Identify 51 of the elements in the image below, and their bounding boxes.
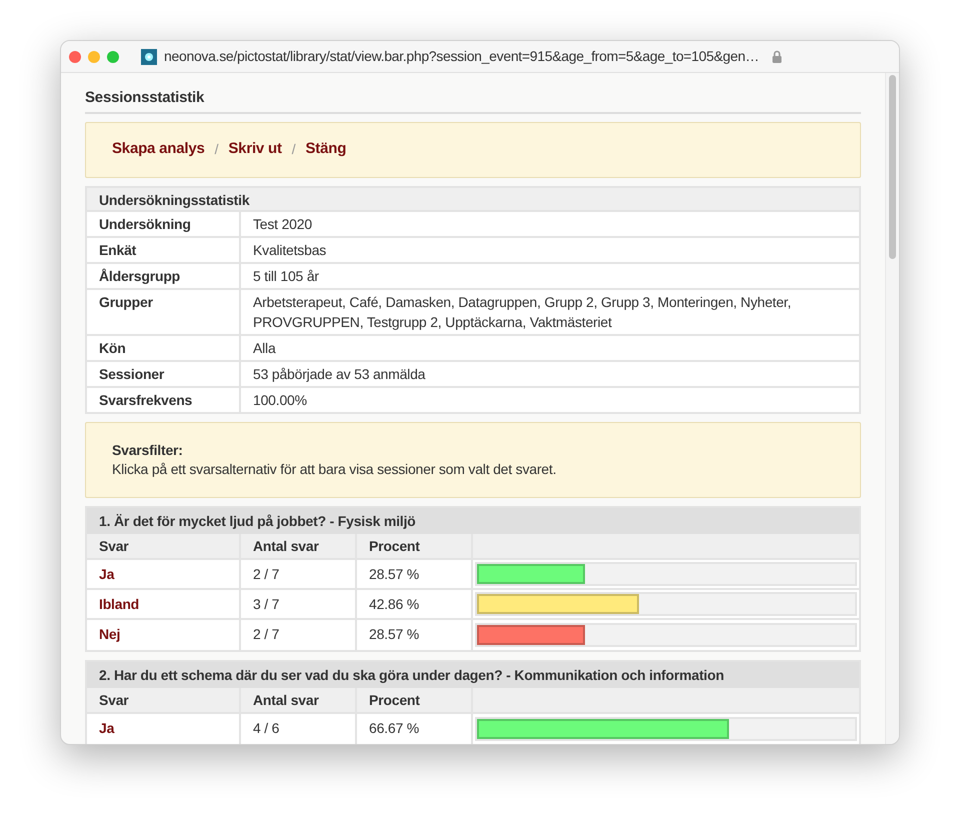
row-value: Alla (252, 338, 277, 358)
minimize-button[interactable] (88, 50, 100, 62)
column-header: Procent (357, 534, 473, 558)
answer-link[interactable]: Ibland (99, 596, 140, 612)
question-title: 2. Har du ett schema där du ser vad du ska göra under dagen? - Kommunikation och information (87, 662, 859, 688)
row-label: Sessioner (87, 362, 241, 386)
page-heading: Sessionsstatistik (85, 87, 861, 114)
row-label: Enkät (87, 238, 241, 262)
column-header: Svar (87, 534, 241, 558)
column-header: Svar (87, 688, 241, 712)
table-cell: 2 / 7 (241, 560, 357, 588)
row-value: 100.00% (252, 390, 308, 410)
zoom-button[interactable] (107, 50, 119, 62)
filter-text: Klicka på ett svarsalternativ för att bara visa sessioner som valt det svaret. (112, 460, 558, 478)
row-label: Grupper (87, 290, 241, 334)
separator: / (214, 140, 218, 159)
table-cell: 28.57 % (357, 620, 473, 650)
row-value: Kvalitetsbas (252, 240, 328, 260)
close-button[interactable] (69, 50, 81, 62)
row-value: Arbetsterapeut, Café, Damasken, Datagruppen, Grupp 2, Grupp 3, Monteringen, Nyheter, PROVGRUPPEN, Testgrupp 2, Upptäckarna, Vaktmästeriet (252, 292, 792, 332)
site-icon (141, 48, 157, 64)
table-cell: 2 / 7 (241, 620, 357, 650)
scrollbar-thumb[interactable] (889, 75, 896, 259)
answer-link[interactable]: Ja (99, 720, 114, 736)
filter-title: Svarsfilter: (112, 440, 184, 460)
table-cell: 3 / 7 (241, 590, 357, 618)
row-value: 5 till 105 år (252, 266, 320, 286)
action-link[interactable]: Stäng (306, 138, 346, 161)
answer-link[interactable]: Ja (99, 566, 114, 582)
scrollbar[interactable] (885, 73, 899, 744)
row-label: Undersökning (87, 212, 241, 236)
table-cell: 4 / 6 (241, 714, 357, 744)
row-label: Kön (87, 336, 241, 360)
url-text[interactable]: neonova.se/pictostat/library/stat/view.bar.php?session_event=915&age_from=5&age_to=105&gen… (164, 46, 759, 67)
action-link[interactable]: Skapa analys (112, 138, 205, 161)
column-header: Antal svar (241, 688, 357, 712)
table-cell: 66.67 % (357, 714, 473, 744)
row-label: Åldersgrupp (87, 264, 241, 288)
action-link[interactable]: Skriv ut (228, 138, 282, 161)
row-label: Svarsfrekvens (87, 388, 241, 412)
answer-link[interactable]: Nej (99, 626, 120, 642)
lock-icon (772, 50, 782, 63)
row-value: Test 2020 (252, 214, 313, 234)
table-title: Undersökningsstatistik (87, 188, 859, 212)
column-header: Procent (357, 688, 473, 712)
row-value: 53 påbörjade av 53 anmälda (252, 364, 426, 384)
question-title: 1. Är det för mycket ljud på jobbet? - Fysisk miljö (87, 508, 859, 534)
column-header: Antal svar (241, 534, 357, 558)
table-cell: 42.86 % (357, 590, 473, 618)
separator: / (292, 140, 296, 159)
table-cell: 28.57 % (357, 560, 473, 588)
